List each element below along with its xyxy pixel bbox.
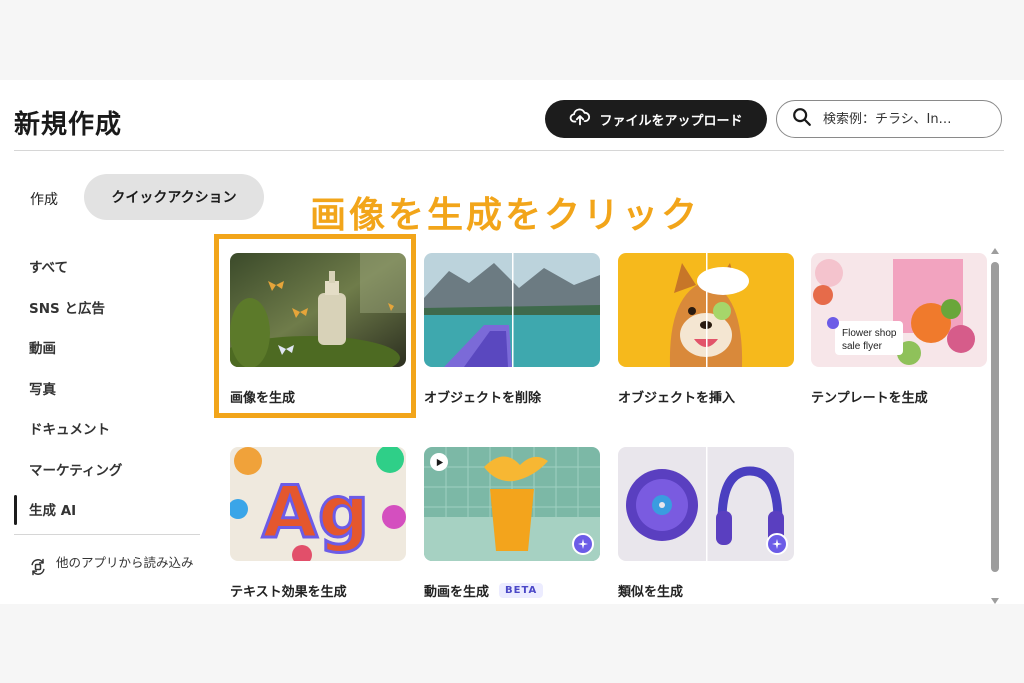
beta-badge: BETA	[499, 583, 544, 598]
header-divider	[14, 150, 1004, 151]
card-generate-text-effects[interactable]: Ag テキスト効果を生成	[230, 447, 406, 600]
annotation-callout: 画像を生成をクリック	[310, 195, 701, 236]
sidebar-item-all[interactable]: すべて	[14, 246, 200, 287]
tab-quick-action[interactable]: クイックアクション	[84, 174, 264, 220]
card-remove-object[interactable]: オブジェクトを削除	[424, 253, 600, 406]
card-label: 動画を生成	[424, 585, 490, 600]
generate-template-thumbnail: Flower shop sale flyer	[811, 253, 987, 367]
scroll-down-arrow-icon[interactable]	[991, 598, 999, 604]
page-title: 新規作成	[14, 110, 123, 140]
card-generate-similar[interactable]: 類似を生成	[618, 447, 794, 600]
text-effects-thumbnail: Ag	[230, 447, 406, 561]
import-from-apps-label: 他のアプリから読み込み	[56, 555, 194, 570]
ai-sparkle-icon	[766, 533, 788, 555]
search-input[interactable]	[823, 111, 993, 127]
highlight-frame	[214, 234, 416, 418]
import-from-apps-link[interactable]: 他のアプリから読み込み	[28, 555, 198, 580]
cloud-upload-icon	[569, 106, 591, 132]
search-icon	[791, 106, 813, 132]
sidebar-item-photo[interactable]: 写真	[14, 368, 200, 409]
category-sidebar: すべて SNS と広告 動画 写真 ドキュメント マーケティング 生成 AI	[14, 246, 200, 530]
tab-create[interactable]: 作成	[30, 189, 58, 209]
generate-video-thumbnail	[424, 447, 600, 561]
template-thumb-text-line1: Flower shop	[842, 328, 897, 339]
play-icon	[430, 453, 448, 471]
card-label: 類似を生成	[618, 585, 684, 600]
text-effects-thumb-letters: Ag	[262, 470, 369, 554]
card-label: テキスト効果を生成	[230, 585, 347, 600]
card-insert-object[interactable]: オブジェクトを挿入	[618, 253, 794, 406]
search-box[interactable]	[776, 100, 1002, 138]
remove-object-thumbnail	[424, 253, 600, 367]
card-generate-template[interactable]: Flower shop sale flyer テンプレートを生成	[811, 253, 987, 406]
card-label: オブジェクトを挿入	[618, 391, 736, 406]
generate-similar-thumbnail	[618, 447, 794, 561]
import-icon	[28, 555, 48, 580]
sidebar-divider	[14, 534, 200, 535]
sidebar-item-marketing[interactable]: マーケティング	[14, 449, 200, 490]
card-generate-video[interactable]: 動画を生成 BETA	[424, 447, 600, 600]
upload-file-label: ファイルをアップロード	[599, 113, 743, 129]
ai-sparkle-icon	[572, 533, 594, 555]
upload-file-button[interactable]: ファイルをアップロード	[545, 100, 767, 138]
sidebar-item-document[interactable]: ドキュメント	[14, 408, 200, 449]
sidebar-item-generative-ai[interactable]: 生成 AI	[14, 489, 200, 530]
sidebar-item-sns-ads[interactable]: SNS と広告	[14, 287, 200, 328]
card-label: テンプレートを生成	[811, 391, 928, 406]
card-label: オブジェクトを削除	[424, 391, 542, 406]
template-thumb-text-line2: sale flyer	[842, 341, 883, 352]
insert-object-thumbnail	[618, 253, 794, 367]
scrollbar-thumb[interactable]	[991, 262, 999, 572]
sidebar-item-video[interactable]: 動画	[14, 327, 200, 368]
scroll-up-arrow-icon[interactable]	[991, 248, 999, 254]
